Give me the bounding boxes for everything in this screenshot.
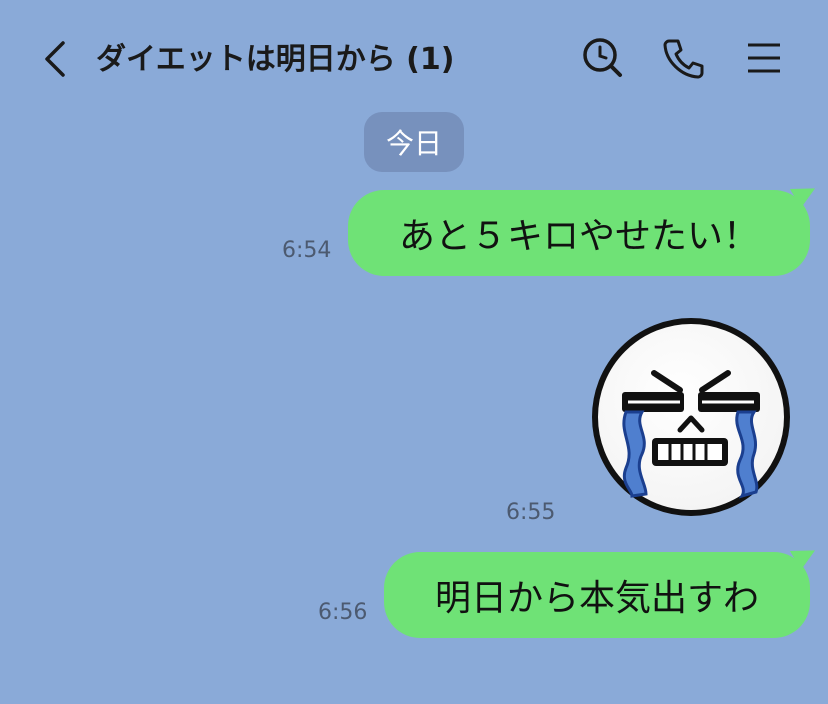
message-text: あと５キロやせたい！ [398, 216, 759, 257]
message-time: 6:54 [282, 238, 332, 263]
message-time: 6:55 [506, 500, 556, 525]
crying-face-sticker[interactable] [588, 318, 794, 516]
chat-header: ダイエットは明日から (1) [0, 0, 828, 118]
menu-icon [748, 43, 780, 73]
crying-face-icon [592, 318, 790, 516]
message-bubble[interactable]: 明日から本気出すわ [384, 552, 810, 638]
back-chevron-icon [45, 41, 65, 77]
phone-icon [663, 39, 704, 79]
message-bubble[interactable]: あと５キロやせたい！ [348, 190, 810, 276]
search-button[interactable] [580, 36, 624, 80]
message-time: 6:56 [318, 600, 368, 625]
menu-button[interactable] [742, 36, 786, 80]
message-text: 明日から本気出すわ [434, 578, 759, 619]
back-button[interactable] [36, 36, 72, 82]
search-icon [583, 38, 622, 77]
date-divider: 今日 [364, 112, 464, 172]
call-button[interactable] [662, 36, 706, 80]
chat-title: ダイエットは明日から (1) [96, 42, 455, 77]
